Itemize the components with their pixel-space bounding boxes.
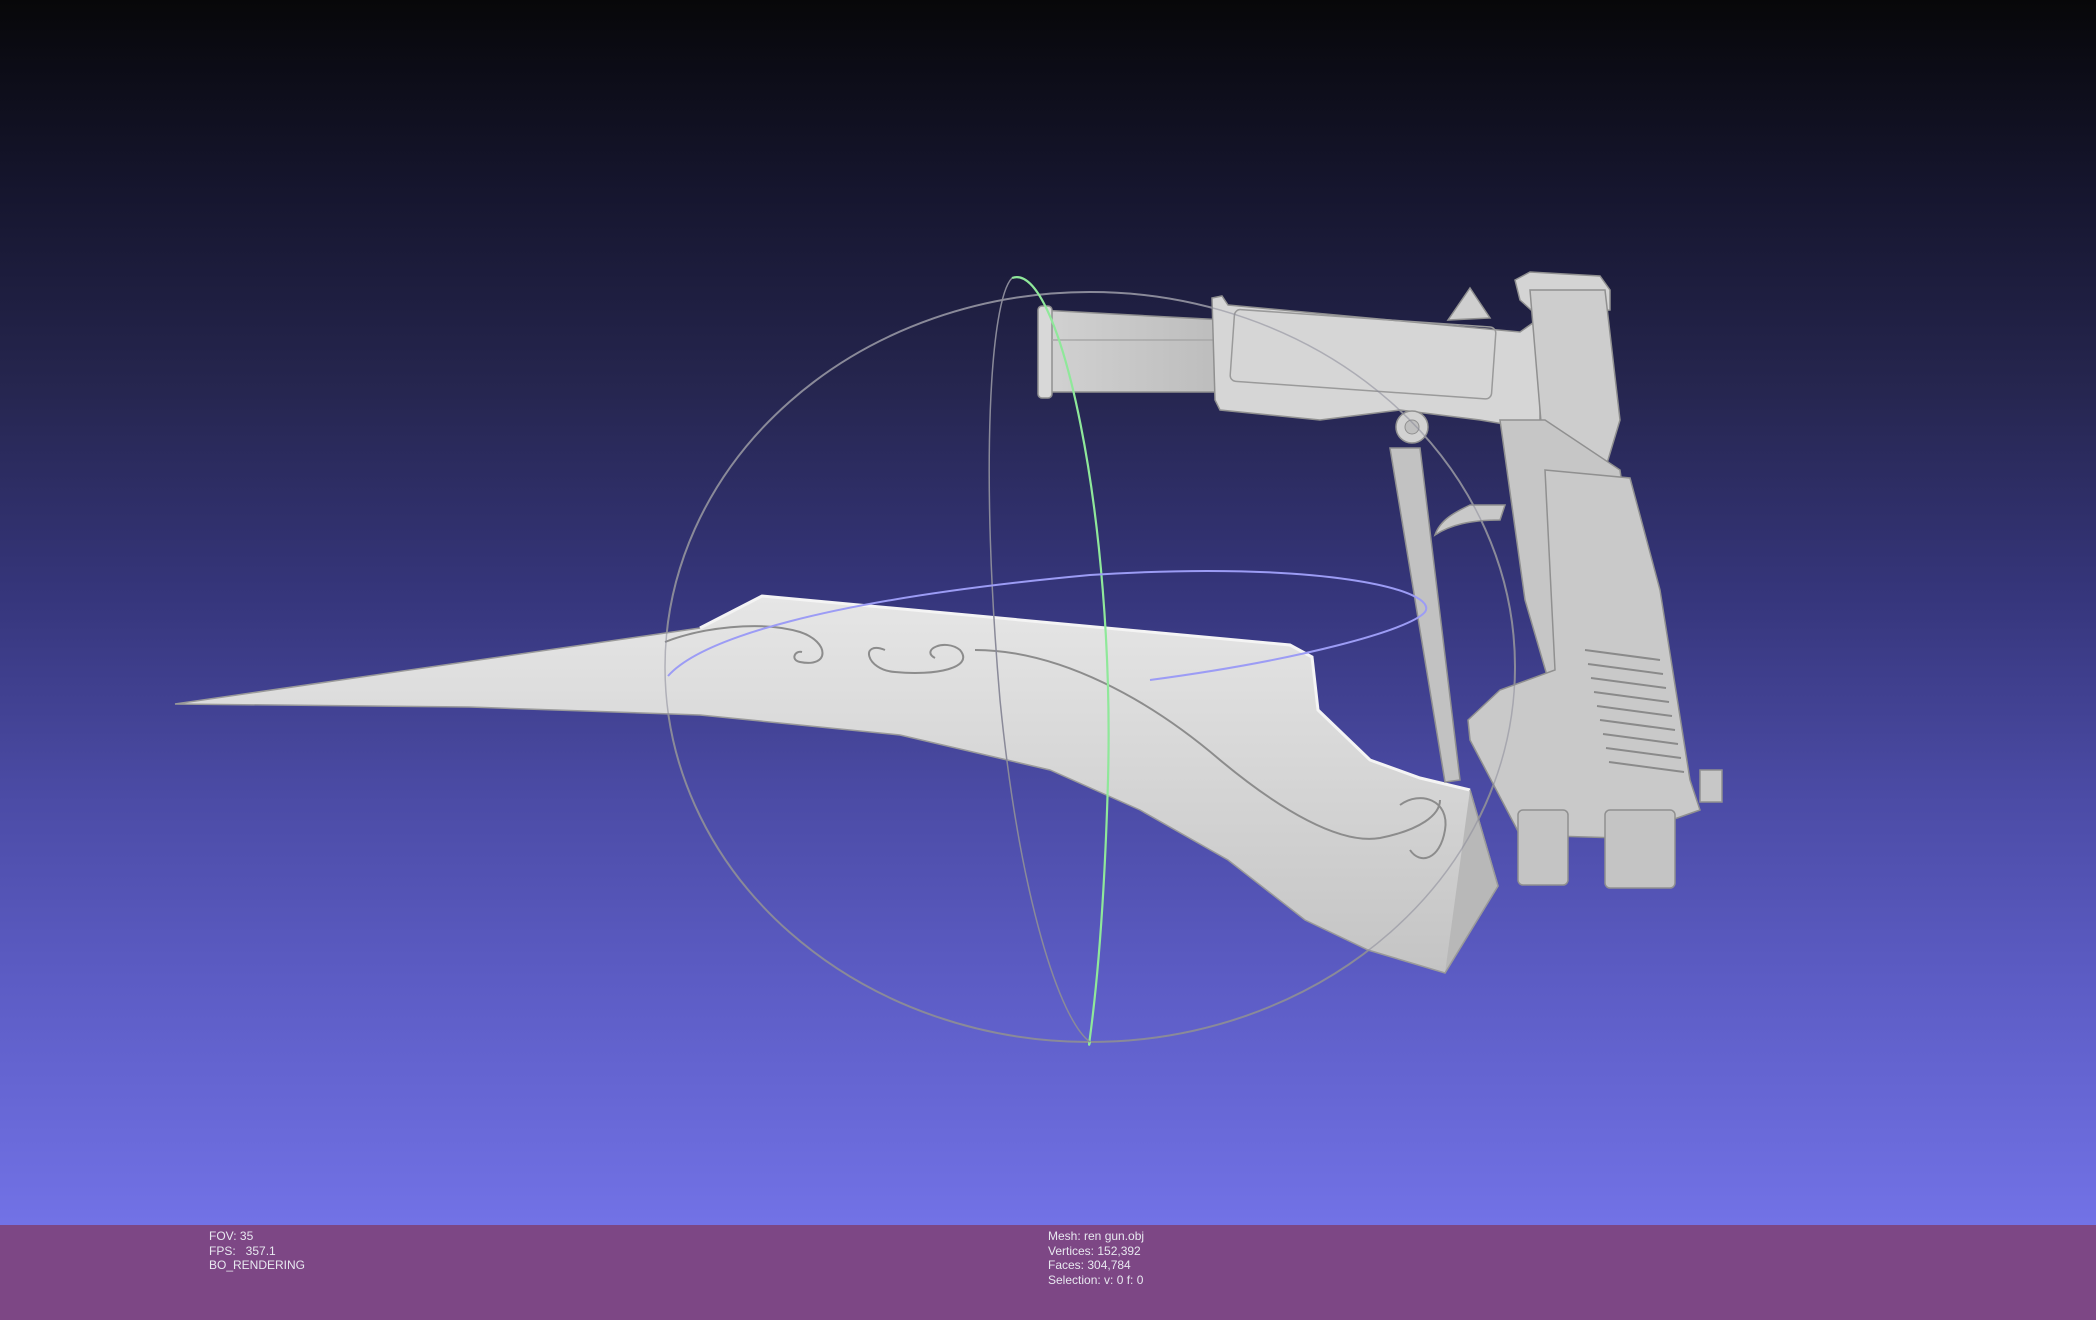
render-mode-readout: BO_RENDERING: [209, 1258, 306, 1273]
selection-readout: Selection: v: 0 f: 0: [1048, 1272, 1144, 1287]
3d-viewport[interactable]: [0, 0, 2096, 1225]
sword-gun-mesh[interactable]: [174, 271, 1723, 974]
status-info-bar: FOV: 35 FPS: 357.1 BO_RENDERING Mesh: re…: [0, 1225, 2096, 1320]
faces-readout: Faces: 304,784: [1048, 1258, 1131, 1273]
fps-readout: FPS: 357.1: [209, 1243, 276, 1258]
mesh-info: Mesh: ren gun.obj Vertices: 152,392 Face…: [1048, 1229, 1144, 1287]
vertices-readout: Vertices: 152,392: [1048, 1243, 1141, 1258]
scene-canvas: [174, 271, 1723, 1046]
fov-readout: FOV: 35: [209, 1229, 254, 1243]
render-info: FOV: 35 FPS: 357.1 BO_RENDERING: [209, 1229, 305, 1273]
mesh-name-readout: Mesh: ren gun.obj: [1048, 1229, 1145, 1243]
